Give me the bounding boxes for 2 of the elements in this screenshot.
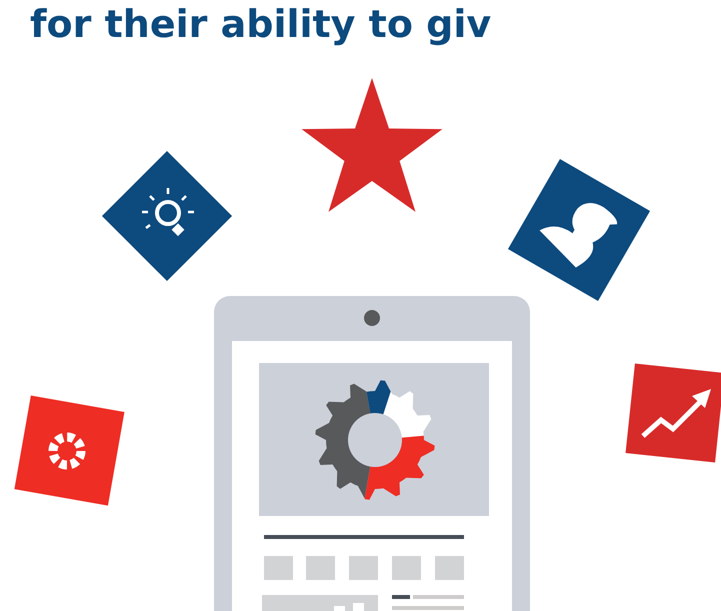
page-heading: for their ability to giv [29, 1, 492, 46]
star-icon [302, 78, 442, 212]
